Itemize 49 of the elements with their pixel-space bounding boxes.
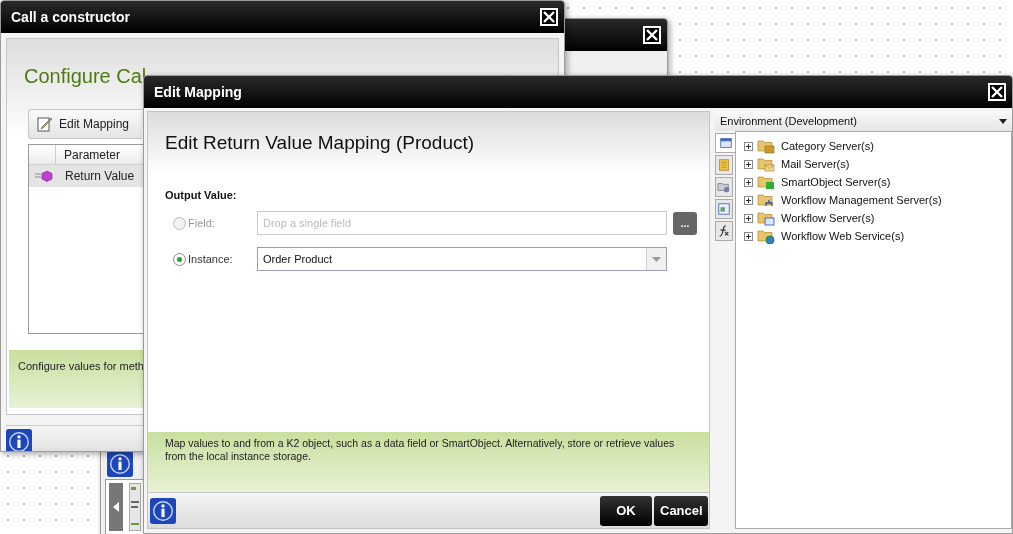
instance-dropdown[interactable]: Order Product bbox=[257, 247, 667, 271]
globe-folder-icon bbox=[757, 228, 775, 244]
function-icon bbox=[717, 224, 731, 238]
side-tab[interactable] bbox=[715, 221, 733, 241]
tree-item[interactable]: Category Server(s) bbox=[781, 140, 874, 152]
edit-mapping-button[interactable]: Edit Mapping bbox=[28, 109, 142, 139]
info-text: Configure values for meth bbox=[9, 350, 145, 408]
tree-item[interactable]: Mail Server(s) bbox=[781, 158, 850, 170]
expand-icon[interactable] bbox=[744, 159, 753, 169]
expand-icon[interactable] bbox=[744, 141, 753, 151]
mail-folder-icon bbox=[757, 156, 775, 172]
notebook-icon bbox=[717, 158, 731, 172]
document-icon bbox=[717, 202, 731, 216]
close-icon[interactable] bbox=[643, 26, 661, 44]
close-icon[interactable] bbox=[988, 83, 1006, 101]
info-icon[interactable] bbox=[6, 428, 32, 451]
tree-item[interactable]: SmartObject Server(s) bbox=[781, 176, 891, 188]
window-title: Call a constructor bbox=[11, 9, 131, 25]
expand-icon[interactable] bbox=[744, 231, 753, 241]
close-icon[interactable] bbox=[540, 8, 558, 26]
info-icon[interactable] bbox=[150, 497, 176, 524]
info-icon[interactable] bbox=[107, 451, 133, 477]
expand-icon[interactable] bbox=[744, 195, 753, 205]
caret-icon bbox=[999, 118, 1007, 124]
tree-item[interactable]: Workflow Management Server(s) bbox=[781, 194, 942, 206]
tree-item[interactable]: Workflow Web Service(s) bbox=[781, 230, 905, 242]
dropdown-arrow-icon bbox=[652, 256, 661, 262]
table-cell: Return Value bbox=[65, 169, 135, 183]
table-row[interactable]: Return Value bbox=[29, 165, 144, 187]
section-label: Output Value: bbox=[165, 189, 238, 201]
window-title: Edit Mapping bbox=[154, 84, 242, 100]
expand-icon[interactable] bbox=[744, 213, 753, 223]
environment-dropdown[interactable]: Environment (Development) bbox=[715, 111, 1012, 131]
thumbnail-drawing bbox=[129, 483, 141, 531]
window-icon bbox=[718, 136, 733, 150]
info-text: Map values to and from a K2 object, such as a data field or SmartObject. Alternatively, store or retrieve values from the local instance storage. bbox=[148, 432, 709, 492]
tree-item[interactable]: Workflow Server(s) bbox=[781, 212, 875, 224]
collapse-button[interactable] bbox=[109, 483, 123, 531]
radio-option[interactable]: Instance: bbox=[173, 252, 257, 266]
cancel-button[interactable]: Cancel bbox=[654, 495, 708, 526]
ok-button[interactable]: OK bbox=[600, 495, 652, 526]
side-tab[interactable] bbox=[715, 133, 735, 153]
hierarchy-folder-icon bbox=[757, 192, 775, 208]
cube-folder-icon bbox=[757, 174, 775, 190]
left-arrow-icon bbox=[113, 502, 119, 512]
expand-icon[interactable] bbox=[744, 177, 753, 187]
edit-icon bbox=[37, 116, 53, 132]
workflow-folder-icon bbox=[757, 210, 775, 226]
folders-icon bbox=[757, 138, 775, 154]
